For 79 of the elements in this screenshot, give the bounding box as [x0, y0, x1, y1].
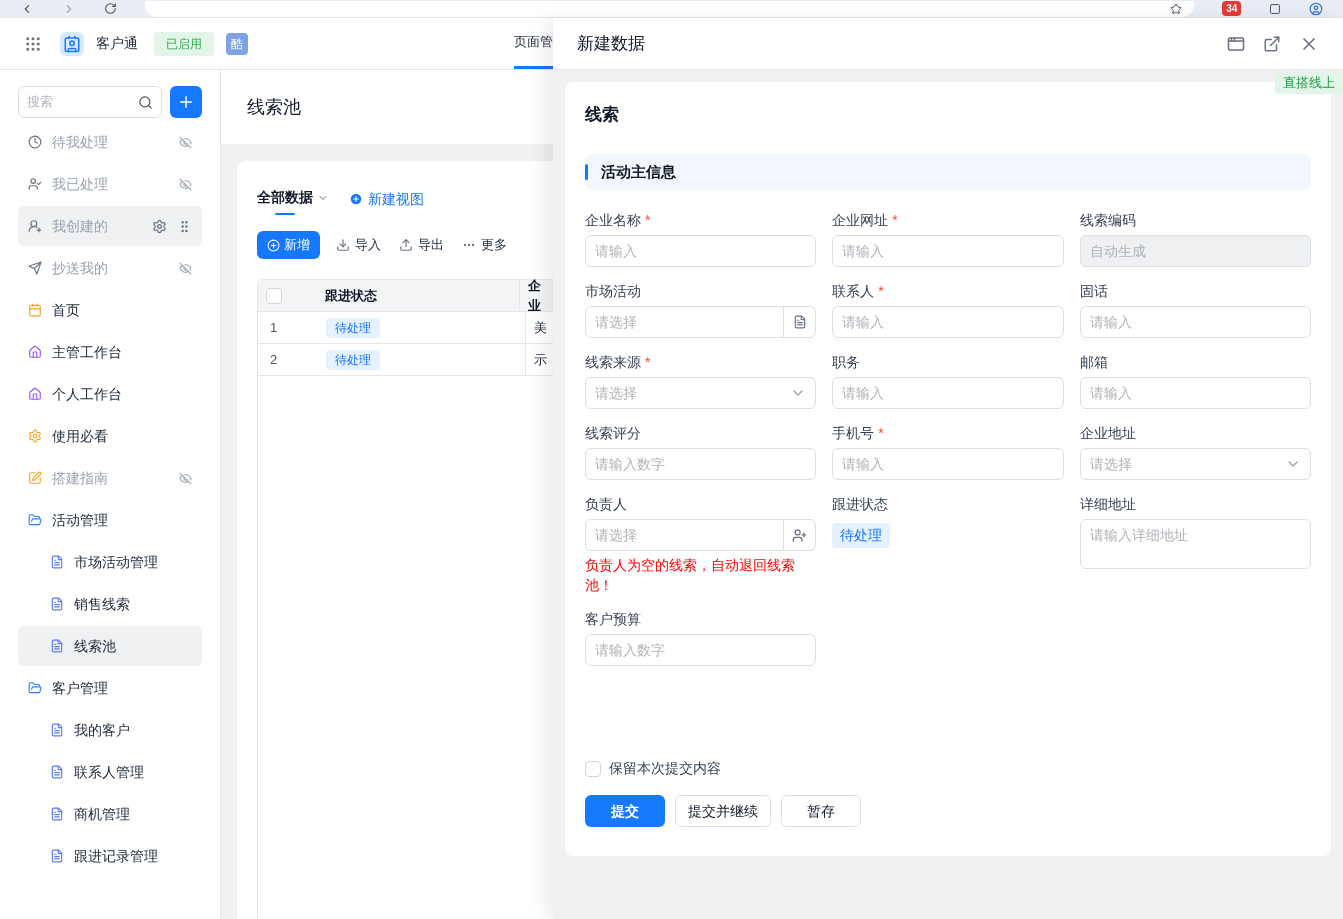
error-message: 负责人为空的线索，自动退回线索池！ — [585, 556, 796, 595]
sidebar-item[interactable]: 主管工作台 — [18, 332, 202, 372]
column-header: 企业 — [526, 277, 542, 315]
required-mark: * — [892, 211, 898, 230]
sidebar-item[interactable]: 商机管理 — [18, 794, 202, 834]
row-number: 2 — [269, 350, 279, 369]
input-field[interactable]: 请输入数字 — [585, 634, 817, 666]
table-cell-text: 美 — [533, 318, 547, 337]
new-view-link[interactable]: 新建视图 — [349, 188, 424, 210]
picker-field[interactable]: 请选择 — [585, 519, 817, 551]
search-field[interactable]: 搜索 — [18, 86, 162, 118]
sidebar-item[interactable]: 我的客户 — [18, 710, 202, 750]
input-field[interactable]: 请输入 — [585, 235, 817, 267]
input-field[interactable]: 请选择 — [586, 307, 784, 337]
column-header: 跟进状态 — [324, 286, 377, 305]
field-label: 手机号 — [832, 424, 875, 443]
sidebar-item[interactable]: 使用必看 — [18, 416, 202, 456]
sidebar-item[interactable]: 活动管理 — [18, 500, 202, 540]
view-tab[interactable]: 全部数据 — [257, 183, 329, 215]
sidebar-item[interactable]: 线索池 — [18, 626, 202, 666]
status-tag: 待处理 — [326, 349, 380, 370]
sidebar-item[interactable]: 首页 — [18, 290, 202, 330]
sidebar-item[interactable]: 客户管理 — [18, 668, 202, 708]
field-label: 企业名称 — [585, 211, 641, 230]
text-area[interactable]: 请输入详细地址 — [1079, 519, 1311, 569]
required-mark: * — [878, 282, 884, 301]
field-label: 客户预算 — [585, 610, 641, 629]
page-title: 线索池 — [247, 95, 301, 119]
field-label: 企业网址 — [832, 211, 889, 230]
required-mark: * — [645, 353, 651, 372]
sidebar-item[interactable]: 市场活动管理 — [18, 542, 202, 582]
field-label: 市场活动 — [585, 282, 641, 301]
drawer-title: 新建数据 — [577, 32, 646, 55]
add-record-button[interactable]: 新增 — [257, 231, 320, 259]
input-field[interactable]: 请输入 — [1079, 306, 1311, 338]
required-mark: * — [878, 424, 884, 443]
avatar: 酷 — [226, 32, 248, 55]
more-button[interactable]: 更多 — [460, 231, 509, 259]
input-field[interactable]: 请输入 — [832, 306, 1064, 338]
checkbox-label: 保留本次提交内容 — [609, 759, 721, 778]
status-tag: 已启用 — [154, 31, 214, 56]
input-field[interactable]: 请输入 — [832, 235, 1064, 267]
table-cell-text: 示 — [533, 350, 547, 369]
form-button[interactable]: 提交并继续 — [675, 795, 771, 827]
input-field[interactable]: 请选择 — [586, 520, 784, 550]
form-title: 线索 — [585, 104, 620, 126]
field-label: 线索编码 — [1079, 211, 1136, 230]
export-button[interactable]: 导出 — [397, 231, 446, 259]
field-label: 职务 — [832, 353, 861, 372]
form-button[interactable]: 暂存 — [781, 795, 861, 827]
field-label: 邮箱 — [1079, 353, 1108, 372]
corner-tag: 直搭线上 — [1275, 72, 1343, 94]
app-name: 客户通 — [96, 34, 138, 53]
status-tag: 待处理 — [832, 522, 891, 548]
input-field[interactable]: 请输入数字 — [585, 448, 817, 480]
field-label: 线索来源 — [585, 353, 641, 372]
field-label: 联系人 — [832, 282, 875, 301]
section-header: 活动主信息 — [585, 154, 1311, 190]
notification-badge[interactable]: 34 — [1222, 1, 1242, 16]
sidebar-item[interactable]: 跟进记录管理 — [18, 836, 202, 876]
sidebar-item[interactable]: 销售线索 — [18, 584, 202, 624]
required-mark: * — [645, 211, 651, 230]
field-label: 详细地址 — [1079, 495, 1136, 514]
submit-button[interactable]: 提交 — [585, 795, 665, 827]
field-label: 负责人 — [585, 495, 627, 514]
field-label: 线索评分 — [585, 424, 641, 443]
field-label: 跟进状态 — [832, 495, 889, 514]
row-number: 1 — [269, 318, 279, 337]
field-label: 企业地址 — [1079, 424, 1136, 443]
sidebar-item[interactable]: 联系人管理 — [18, 752, 202, 792]
input-field[interactable]: 请输入 — [832, 377, 1064, 409]
status-tag: 待处理 — [326, 317, 380, 338]
input-field[interactable]: 请输入 — [1079, 377, 1311, 409]
import-button[interactable]: 导入 — [334, 231, 383, 259]
search-input[interactable]: 搜索 — [27, 92, 138, 112]
picker-field[interactable]: 请选择 — [585, 306, 817, 338]
sidebar-item[interactable]: 个人工作台 — [18, 374, 202, 414]
input-field[interactable]: 请输入 — [832, 448, 1064, 480]
field-label: 固话 — [1079, 282, 1108, 301]
